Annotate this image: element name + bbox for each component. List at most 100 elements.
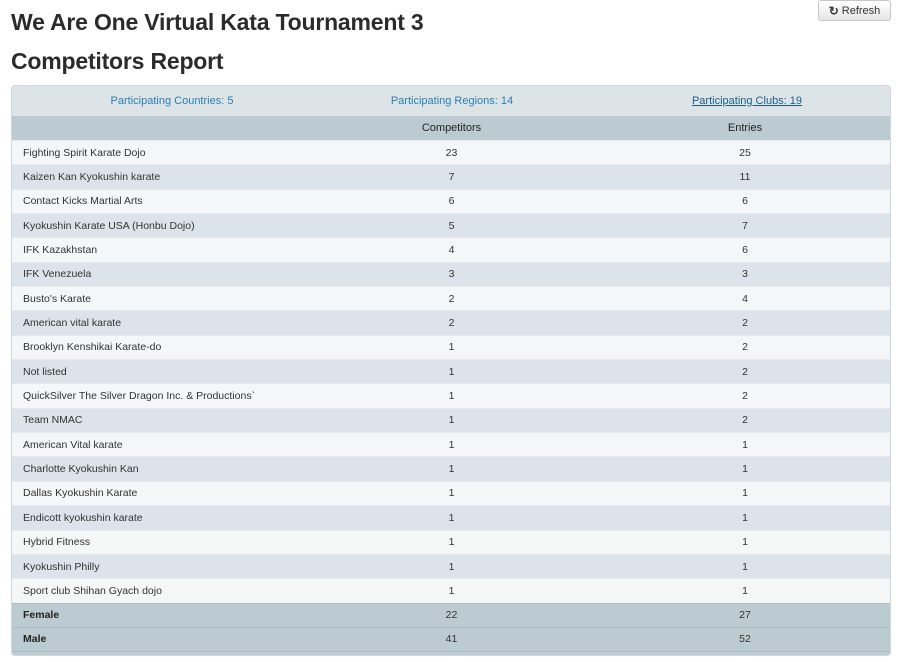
entries-count: 3 <box>598 261 890 287</box>
club-name: QuickSilver The Silver Dragon Inc. & Pro… <box>12 383 305 409</box>
competitors-count: 6 <box>305 188 598 214</box>
table-row: Kaizen Kan Kyokushin karate 7 11 <box>12 164 890 190</box>
table-row: Kyokushin Philly 1 1 <box>12 553 890 579</box>
table-row: Not listed 1 2 <box>12 359 890 384</box>
competitors-count: 1 <box>305 456 598 482</box>
totals-competitors: 41 <box>305 626 598 652</box>
entries-count: 1 <box>598 553 890 579</box>
refresh-label: Refresh <box>841 4 881 17</box>
competitors-count: 3 <box>305 261 598 287</box>
totals-label: Female <box>12 602 305 628</box>
refresh-button[interactable]: ↻ Refresh <box>818 0 891 21</box>
entries-count: 2 <box>598 359 890 384</box>
totals-row: Male 41 52 <box>12 626 890 652</box>
club-name: Kaizen Kan Kyokushin karate <box>12 164 305 190</box>
table-row: Dallas Kyokushin Karate 1 1 <box>12 480 890 506</box>
club-name: IFK Kazakhstan <box>12 237 305 263</box>
club-name: Not listed <box>12 359 305 384</box>
competitors-count: 23 <box>305 139 598 165</box>
table-row: Team NMAC 1 2 <box>12 407 890 433</box>
totals-label: Total <box>12 650 305 655</box>
club-name: Contact Kicks Martial Arts <box>12 188 305 214</box>
entries-count: 7 <box>598 213 890 238</box>
entries-count: 25 <box>598 139 890 165</box>
participating-clubs-link[interactable]: Participating Clubs: 19 <box>572 95 890 107</box>
entries-count: 1 <box>598 480 890 506</box>
totals-entries: 27 <box>598 602 890 628</box>
table-row: Contact Kicks Martial Arts 6 6 <box>12 188 890 214</box>
report-title: Competitors Report <box>11 48 224 74</box>
competitors-count: 1 <box>305 359 598 384</box>
totals-entries: 52 <box>598 626 890 652</box>
totals-competitors: 63 <box>305 650 598 655</box>
table-row: IFK Venezuela 3 3 <box>12 261 890 287</box>
entries-count: 2 <box>598 383 890 409</box>
entries-count: 1 <box>598 529 890 555</box>
club-name: Brooklyn Kenshikai Karate-do <box>12 334 305 360</box>
column-header-competitors: Competitors <box>305 116 598 141</box>
refresh-icon: ↻ <box>828 3 839 18</box>
report-panel: Participating Countries: 5 Participating… <box>11 85 891 656</box>
table-row: American Vital karate 1 1 <box>12 432 890 457</box>
participating-countries-link[interactable]: Participating Countries: 5 <box>12 95 332 107</box>
club-name: Endicott kyokushin karate <box>12 505 305 530</box>
table-row: Brooklyn Kenshikai Karate-do 1 2 <box>12 334 890 360</box>
club-name: Team NMAC <box>12 407 305 433</box>
competitors-count: 1 <box>305 334 598 360</box>
summary-bar: Participating Countries: 5 Participating… <box>12 86 890 116</box>
competitors-count: 1 <box>305 383 598 409</box>
competitors-count: 1 <box>305 407 598 433</box>
table-row: Charlotte Kyokushin Kan 1 1 <box>12 456 890 482</box>
club-name: American vital karate <box>12 310 305 336</box>
club-name: Fighting Spirit Karate Dojo <box>12 139 305 165</box>
totals-label: Male <box>12 626 305 652</box>
club-name: American Vital karate <box>12 432 305 457</box>
participating-regions-link[interactable]: Participating Regions: 14 <box>332 95 572 107</box>
competitors-count: 4 <box>305 237 598 263</box>
entries-count: 2 <box>598 334 890 360</box>
competitors-count: 7 <box>305 164 598 190</box>
entries-count: 1 <box>598 505 890 530</box>
table-row: Endicott kyokushin karate 1 1 <box>12 505 890 530</box>
totals-row: Total6379 <box>12 650 890 655</box>
competitors-count: 1 <box>305 553 598 579</box>
totals-entries: 79 <box>598 650 890 655</box>
entries-count: 6 <box>598 237 890 263</box>
entries-count: 2 <box>598 310 890 336</box>
competitors-count: 2 <box>305 286 598 311</box>
entries-count: 1 <box>598 456 890 482</box>
table-row: IFK Kazakhstan 4 6 <box>12 237 890 263</box>
competitors-count: 1 <box>305 505 598 530</box>
table-footer: Female2227Male4152Total6379 <box>12 602 890 655</box>
competitors-table: Competitors Entries Fighting Spirit Kara… <box>12 116 890 655</box>
entries-count: 11 <box>598 164 890 190</box>
column-header-club <box>12 116 305 141</box>
table-row: Busto's Karate 2 4 <box>12 286 890 311</box>
totals-row: Female 22 27 <box>12 602 890 628</box>
club-name: Sport club Shihan Gyach dojo <box>12 578 305 604</box>
table-row: Sport club Shihan Gyach dojo 1 1 <box>12 578 890 604</box>
competitors-count: 1 <box>305 480 598 506</box>
club-name: Hybrid Fitness <box>12 529 305 555</box>
table-row: Hybrid Fitness 1 1 <box>12 529 890 555</box>
club-name: Kyokushin Philly <box>12 553 305 579</box>
entries-count: 2 <box>598 407 890 433</box>
competitors-count: 1 <box>305 432 598 457</box>
competitors-count: 5 <box>305 213 598 238</box>
entries-count: 6 <box>598 188 890 214</box>
table-row: American vital karate 2 2 <box>12 310 890 336</box>
club-name: Busto's Karate <box>12 286 305 311</box>
page-title: We Are One Virtual Kata Tournament 3 <box>11 9 424 35</box>
table-body: Fighting Spirit Karate Dojo 23 25 Kaizen Ka… <box>12 139 890 604</box>
table-row: Kyokushin Karate USA (Honbu Dojo) 5 7 <box>12 213 890 238</box>
club-name: Charlotte Kyokushin Kan <box>12 456 305 482</box>
entries-count: 1 <box>598 578 890 604</box>
table-row: Fighting Spirit Karate Dojo 23 25 <box>12 139 890 165</box>
club-name: Dallas Kyokushin Karate <box>12 480 305 506</box>
club-name: Kyokushin Karate USA (Honbu Dojo) <box>12 213 305 238</box>
column-header-entries: Entries <box>598 116 890 141</box>
table-header-row: Competitors Entries <box>12 116 890 141</box>
competitors-count: 2 <box>305 310 598 336</box>
entries-count: 4 <box>598 286 890 311</box>
totals-competitors: 22 <box>305 602 598 628</box>
